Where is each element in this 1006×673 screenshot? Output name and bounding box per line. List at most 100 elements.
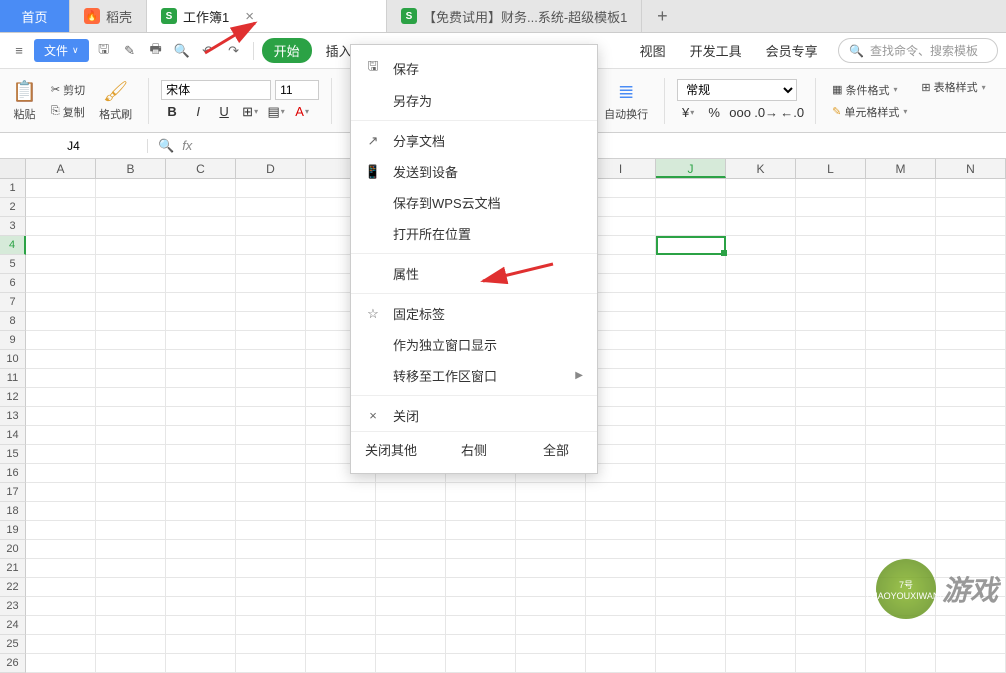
cell[interactable]: [656, 236, 726, 255]
dec-decimal-button[interactable]: ←.0: [781, 103, 803, 123]
cell[interactable]: [656, 293, 726, 312]
file-menu-button[interactable]: 文件∨: [34, 39, 89, 62]
cell[interactable]: [236, 274, 306, 293]
cell[interactable]: [446, 559, 516, 578]
cell[interactable]: [306, 521, 376, 540]
row-header[interactable]: 23: [0, 597, 26, 616]
cell[interactable]: [656, 312, 726, 331]
cell[interactable]: [166, 236, 236, 255]
cell[interactable]: [166, 407, 236, 426]
row-header[interactable]: 25: [0, 635, 26, 654]
cell[interactable]: [726, 597, 796, 616]
cell[interactable]: [866, 331, 936, 350]
cell[interactable]: [96, 445, 166, 464]
menu-item[interactable]: ☆固定标签: [351, 298, 597, 329]
cell[interactable]: [166, 654, 236, 673]
cell[interactable]: [796, 217, 866, 236]
cell[interactable]: [26, 483, 96, 502]
ribbon-tab-start[interactable]: 开始: [262, 38, 312, 63]
cell[interactable]: [726, 635, 796, 654]
row-header[interactable]: 11: [0, 369, 26, 388]
cell[interactable]: [726, 312, 796, 331]
close-icon[interactable]: ×: [245, 8, 254, 25]
cell[interactable]: [446, 521, 516, 540]
cell[interactable]: [26, 274, 96, 293]
cell[interactable]: [236, 369, 306, 388]
cell[interactable]: [166, 540, 236, 559]
number-format-select[interactable]: 常规: [677, 79, 797, 101]
menu-item[interactable]: 作为独立窗口显示: [351, 329, 597, 360]
cell[interactable]: [96, 198, 166, 217]
cell[interactable]: [936, 274, 1006, 293]
cell[interactable]: [96, 255, 166, 274]
col-header[interactable]: J: [656, 159, 726, 178]
cell[interactable]: [96, 369, 166, 388]
redo-icon[interactable]: ↷: [223, 40, 245, 62]
cell-style-button[interactable]: ✎单元格样式▾: [828, 102, 911, 122]
ribbon-tab-dev[interactable]: 开发工具: [680, 37, 752, 64]
cell[interactable]: [166, 293, 236, 312]
border-button[interactable]: ⊞▾: [239, 102, 261, 122]
cell[interactable]: [96, 312, 166, 331]
row-header[interactable]: 6: [0, 274, 26, 293]
cell[interactable]: [936, 331, 1006, 350]
cell[interactable]: [936, 369, 1006, 388]
cell[interactable]: [726, 179, 796, 198]
cell[interactable]: [936, 236, 1006, 255]
cell[interactable]: [306, 559, 376, 578]
cell[interactable]: [166, 521, 236, 540]
cell[interactable]: [796, 350, 866, 369]
cell[interactable]: [166, 312, 236, 331]
row-header[interactable]: 15: [0, 445, 26, 464]
comma-button[interactable]: ooo: [729, 103, 751, 123]
cell[interactable]: [376, 616, 446, 635]
cell[interactable]: [936, 217, 1006, 236]
cell[interactable]: [96, 331, 166, 350]
cell[interactable]: [26, 331, 96, 350]
cell[interactable]: [26, 616, 96, 635]
cut-button[interactable]: ✂剪切: [47, 80, 89, 100]
cell[interactable]: [796, 654, 866, 673]
ribbon-tab-view[interactable]: 视图: [630, 37, 676, 64]
cell[interactable]: [96, 293, 166, 312]
cell[interactable]: [866, 426, 936, 445]
cell[interactable]: [656, 369, 726, 388]
col-header[interactable]: B: [96, 159, 166, 178]
col-header[interactable]: D: [236, 159, 306, 178]
ribbon-tab-member[interactable]: 会员专享: [756, 37, 828, 64]
cell[interactable]: [96, 635, 166, 654]
cell[interactable]: [726, 464, 796, 483]
format-painter-button[interactable]: 🖌格式刷: [95, 77, 136, 124]
cell[interactable]: [516, 635, 586, 654]
cell[interactable]: [446, 483, 516, 502]
cell[interactable]: [166, 616, 236, 635]
row-header[interactable]: 1: [0, 179, 26, 198]
cell[interactable]: [446, 540, 516, 559]
tab-home[interactable]: 首页: [0, 0, 70, 32]
cell[interactable]: [796, 616, 866, 635]
fx-icon[interactable]: fx: [182, 138, 192, 153]
cell[interactable]: [936, 312, 1006, 331]
col-header[interactable]: A: [26, 159, 96, 178]
cell[interactable]: [236, 312, 306, 331]
wrap-text-button[interactable]: ≣自动换行: [600, 77, 652, 124]
cell[interactable]: [796, 255, 866, 274]
cell[interactable]: [236, 616, 306, 635]
cell[interactable]: [26, 369, 96, 388]
cell[interactable]: [166, 331, 236, 350]
cell[interactable]: [726, 369, 796, 388]
cell[interactable]: [586, 540, 656, 559]
cell[interactable]: [236, 540, 306, 559]
cell[interactable]: [26, 255, 96, 274]
row-header[interactable]: 26: [0, 654, 26, 673]
cell[interactable]: [516, 521, 586, 540]
menu-item[interactable]: 属性: [351, 258, 597, 289]
cell[interactable]: [516, 578, 586, 597]
menu-item[interactable]: 转移至工作区窗口▶: [351, 360, 597, 391]
row-header[interactable]: 7: [0, 293, 26, 312]
cell[interactable]: [936, 521, 1006, 540]
cell[interactable]: [796, 445, 866, 464]
cell[interactable]: [726, 293, 796, 312]
currency-button[interactable]: ¥▾: [677, 103, 699, 123]
cell[interactable]: [166, 274, 236, 293]
